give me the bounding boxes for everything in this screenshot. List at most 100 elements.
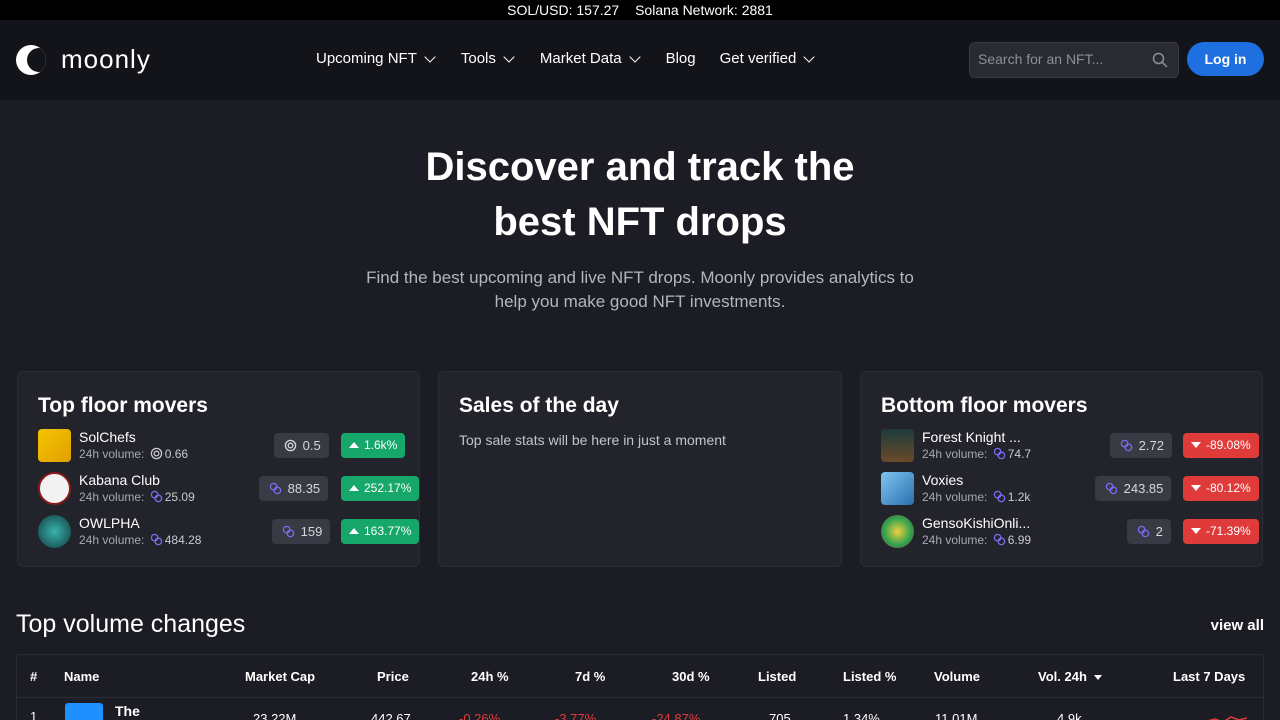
link-icon [1120, 439, 1133, 452]
login-button[interactable]: Log in [1187, 42, 1264, 76]
collection-avatar [38, 429, 71, 462]
hero-subtitle: Find the best upcoming and live NFT drop… [340, 266, 940, 314]
floor-price-badge: 243.85 [1095, 476, 1172, 501]
menu-blog-label: Blog [665, 50, 696, 67]
list-item[interactable]: Kabana Club 24h volume: 25.09 88.35 252.… [38, 472, 420, 508]
hero-subtitle-line-1: Find the best upcoming and live NFT drop… [366, 268, 914, 287]
link-icon [993, 447, 1005, 460]
floor-value: 2 [1155, 524, 1163, 539]
hero-title: Discover and track the best NFT drops [340, 140, 940, 250]
card-title: Sales of the day [459, 394, 619, 417]
menu-get-verified[interactable]: Get verified [720, 50, 817, 67]
volume-label: 24h volume: [922, 533, 988, 547]
logo[interactable]: moonly [16, 44, 151, 75]
brand-name: moonly [61, 44, 151, 74]
volume-label: 24h volume: [79, 490, 145, 504]
hero-title-line-1: Discover and track the [425, 145, 855, 189]
menu-tools[interactable]: Tools [461, 50, 516, 67]
view-all-link[interactable]: view all [1211, 617, 1264, 634]
floor-price-badge: 159 [272, 519, 331, 544]
change-badge: -80.12% [1183, 476, 1259, 501]
column-header-listed-pct[interactable]: Listed % [843, 669, 896, 684]
collection-avatar [38, 515, 71, 548]
row-volume: 11.01M [935, 711, 978, 720]
list-item[interactable]: Voxies 24h volume: 1.2k 243.85 -80.12% [881, 472, 1259, 508]
volume-value: 25.09 [164, 490, 195, 504]
list-item[interactable]: Forest Knight ... 24h volume: 74.7 2.72 … [881, 429, 1259, 465]
column-header-listed[interactable]: Listed [758, 669, 796, 684]
volume-label: 24h volume: [922, 447, 988, 461]
volume-label: 24h volume: [79, 447, 145, 461]
collection-volume: 24h volume: 74.7 [922, 447, 1031, 461]
sol-price: SOL/USD: 157.27 [507, 2, 620, 18]
column-header-name[interactable]: Name [64, 669, 99, 684]
table-header: # Name Market Cap Price 24h % 7d % 30d %… [17, 655, 1263, 698]
menu-upcoming-nft[interactable]: Upcoming NFT [316, 50, 437, 67]
sales-of-the-day-card: Sales of the day Top sale stats will be … [438, 371, 842, 567]
arrow-down-icon [1191, 442, 1201, 448]
collection-name: SolChefs [79, 429, 136, 445]
hero-subtitle-line-2: help you make good NFT investments. [494, 292, 786, 311]
collection-avatar [65, 703, 103, 720]
collection-volume: 24h volume: 25.09 [79, 490, 195, 504]
list-item[interactable]: GensoKishiOnli... 24h volume: 6.99 2 -71… [881, 515, 1259, 551]
hero-title-line-2: best NFT drops [493, 200, 787, 244]
column-header-7d[interactable]: 7d % [575, 669, 605, 684]
volume-label: 24h volume: [922, 490, 988, 504]
column-header-price[interactable]: Price [377, 669, 409, 684]
list-item[interactable]: OWLPHA 24h volume: 484.28 159 163.77% [38, 515, 420, 551]
menu-get-verified-label: Get verified [719, 50, 797, 67]
row-vol-24h: 4.9k [1057, 711, 1082, 720]
column-header-volume[interactable]: Volume [934, 669, 980, 684]
top-navbar: moonly Upcoming NFT Tools Market Data Bl… [0, 20, 1280, 100]
target-icon [150, 447, 162, 460]
row-price: 442.67 [371, 711, 411, 720]
row-rank: 1 [30, 709, 38, 720]
collection-name: Forest Knight ... [922, 429, 1021, 445]
search-box [969, 42, 1179, 78]
floor-price-badge: 2 [1127, 519, 1171, 544]
menu-blog[interactable]: Blog [666, 50, 696, 67]
floor-value: 243.85 [1123, 481, 1164, 496]
card-title: Bottom floor movers [881, 394, 1088, 417]
row-change-30d: -24.87% [652, 711, 701, 720]
column-header-24h[interactable]: 24h % [471, 669, 509, 684]
menu-market-data-label: Market Data [539, 50, 622, 67]
volume-value: 0.66 [164, 447, 189, 461]
menu-market-data[interactable]: Market Data [540, 50, 642, 67]
volume-value: 484.28 [164, 533, 202, 547]
chevron-down-icon [503, 50, 515, 63]
column-header-rank[interactable]: # [30, 669, 37, 684]
column-header-market-cap[interactable]: Market Cap [245, 669, 315, 684]
chevron-down-icon [424, 50, 436, 63]
floor-value: 2.72 [1138, 438, 1164, 453]
link-icon [993, 490, 1005, 503]
search-icon[interactable] [1152, 52, 1168, 68]
column-header-last-7-days[interactable]: Last 7 Days [1173, 669, 1245, 684]
list-item[interactable]: SolChefs 24h volume: 0.66 0.5 1.6k% [38, 429, 406, 465]
section-title: Top volume changes [16, 610, 246, 638]
bottom-floor-movers-card: Bottom floor movers Forest Knight ... 24… [860, 371, 1263, 567]
network-status: Solana Network: 2881 [635, 2, 773, 18]
volume-label: 24h volume: [79, 533, 145, 547]
card-title: Top floor movers [38, 394, 208, 417]
search-input[interactable] [978, 51, 1143, 67]
collection-avatar [38, 472, 71, 505]
link-icon [150, 533, 162, 546]
collection-name: Kabana Club [79, 472, 160, 488]
volume-value: 1.2k [1007, 490, 1031, 504]
change-badge: -89.08% [1183, 433, 1259, 458]
menu-upcoming-nft-label: Upcoming NFT [316, 50, 417, 67]
top-floor-movers-card: Top floor movers SolChefs 24h volume: 0.… [17, 371, 420, 567]
collection-avatar [881, 472, 914, 505]
floor-price-badge: 2.72 [1110, 433, 1172, 458]
column-header-30d[interactable]: 30d % [672, 669, 710, 684]
target-icon [284, 439, 297, 452]
row-market-cap: 23.22M [253, 711, 297, 720]
collection-avatar [881, 429, 914, 462]
arrow-up-icon [349, 442, 359, 448]
row-name[interactable]: The [115, 703, 140, 719]
link-icon [1105, 482, 1118, 495]
row-change-24h: -0.26% [459, 711, 501, 720]
column-header-vol-24h[interactable]: Vol. 24h [1038, 669, 1107, 684]
